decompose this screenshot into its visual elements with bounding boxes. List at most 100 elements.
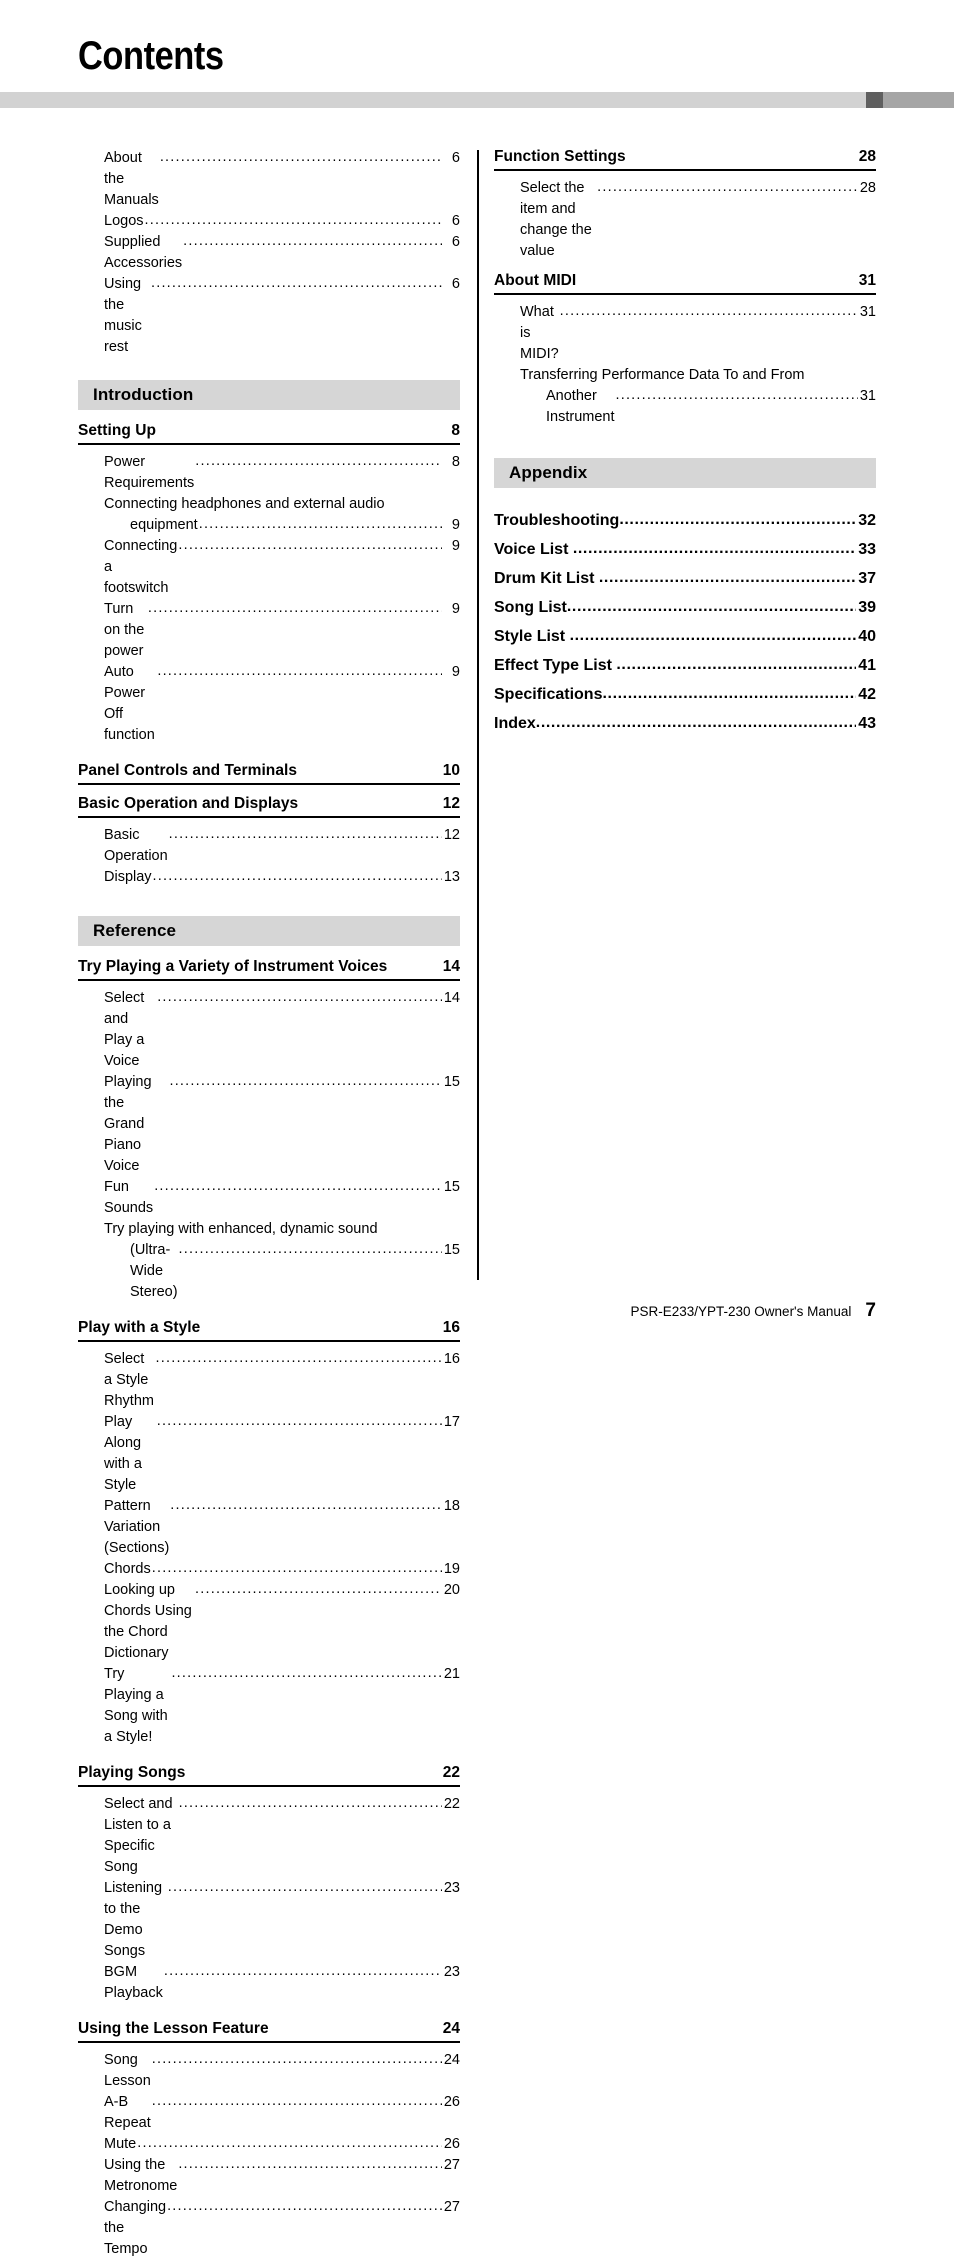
toc-entry-page-number: 23 xyxy=(443,1964,460,1980)
toc-heading-title: Using the Lesson Feature xyxy=(78,2020,269,2037)
toc-entry-ultra-wide-stereo[interactable]: (Ultra-Wide Stereo).....................… xyxy=(130,1240,460,1303)
toc-heading-basic-operation-and-displays[interactable]: Basic Operation and Displays 12 xyxy=(78,795,460,818)
toc-entry-song-lesson[interactable]: Song Lesson.............................… xyxy=(104,2050,460,2092)
toc-entry-select-a-style-rhythm[interactable]: Select a Style Rhythm ..................… xyxy=(104,1349,460,1412)
toc-entry-using-the-music-rest[interactable]: Using the music rest....................… xyxy=(104,274,460,358)
toc-entry-playing-the-grand-piano-voice[interactable]: Playing the Grand Piano Voice...........… xyxy=(104,1072,460,1177)
toc-entry-page-number: 28 xyxy=(859,180,876,196)
toc-entry-supplied-accessories[interactable]: Supplied Accessories ...................… xyxy=(104,232,460,274)
toc-entry-page-number: 9 xyxy=(451,517,460,533)
toc-entry-title: Turn on the power xyxy=(104,601,149,659)
toc-heading-page-number: 14 xyxy=(442,958,460,975)
appendix-entry-title: Specifications xyxy=(494,686,603,703)
toc-entry-title: Playing the Grand Piano Voice xyxy=(104,1074,156,1174)
toc-leader-dots: ........................................… xyxy=(155,1350,442,1366)
appendix-entry-title: Index xyxy=(494,715,536,732)
toc-entry-changing-the-tempo[interactable]: Changing the Tempo......................… xyxy=(104,2197,460,2260)
toc-heading-title: Try Playing a Variety of Instrument Voic… xyxy=(78,958,388,975)
toc-entry-try-playing-a-song-with-a-style[interactable]: Try Playing a Song with a Style!........… xyxy=(104,1664,460,1748)
toc-leader-dots: ........................................… xyxy=(159,149,442,165)
toc-heading-panel-controls-and-terminals[interactable]: Panel Controls and Terminals 10 xyxy=(78,762,460,785)
toc-heading-page-number: 10 xyxy=(442,762,460,779)
toc-entry-about-the-manuals[interactable]: About the Manuals.......................… xyxy=(104,148,460,211)
toc-entry-title: (Ultra-Wide Stereo) xyxy=(130,1242,178,1300)
appendix-entry-index[interactable]: Index...................................… xyxy=(494,709,876,738)
toc-heading-about-midi[interactable]: About MIDI 31 xyxy=(494,272,876,295)
toc-entry-select-the-item-and-change-the-value[interactable]: Select the item and change the value ...… xyxy=(520,178,876,262)
toc-entry-page-number: 21 xyxy=(443,1666,460,1682)
toc-entry-chords[interactable]: Chords..................................… xyxy=(104,1559,460,1580)
toc-entry-bgm-playback[interactable]: BGM Playback............................… xyxy=(104,1962,460,2004)
toc-heading-title: Panel Controls and Terminals xyxy=(78,762,298,779)
toc-entry-wrapped-line: Connecting headphones and external audio xyxy=(104,496,385,512)
toc-heading-function-settings[interactable]: Function Settings 28 xyxy=(494,148,876,171)
toc-entry-page-number: 31 xyxy=(859,388,876,404)
toc-entry-title: What is MIDI? xyxy=(520,304,559,362)
appendix-entry-page-number: 42 xyxy=(858,686,876,703)
toc-heading-play-with-a-style[interactable]: Play with a Style 16 xyxy=(78,1319,460,1342)
toc-entry-equipment[interactable]: equipment...............................… xyxy=(130,515,460,536)
appendix-entry-title: Voice List xyxy=(494,541,573,558)
appendix-entry-title: Style List xyxy=(494,628,570,645)
header-rule-segment-dark xyxy=(866,92,883,108)
toc-entry-title: Chords xyxy=(104,1561,151,1577)
toc-entry-page-number: 9 xyxy=(451,664,460,680)
toc-entry-logos[interactable]: Logos...................................… xyxy=(104,211,460,232)
appendix-entry-page-number: 33 xyxy=(858,541,876,558)
section-band-label: Appendix xyxy=(509,463,588,482)
toc-heading-setting-up[interactable]: Setting Up 8 xyxy=(78,422,460,445)
toc-leader-dots: ........................................… xyxy=(178,537,442,553)
toc-entry-title: equipment xyxy=(130,517,198,533)
toc-entry-select-and-play-a-voice[interactable]: Select and Play a Voice.................… xyxy=(104,988,460,1072)
toc-entry-mute[interactable]: Mute....................................… xyxy=(104,2134,460,2155)
appendix-entry-effect-type-list[interactable]: Effect Type List .......................… xyxy=(494,651,876,680)
toc-entry-what-is-midi[interactable]: What is MIDI?...........................… xyxy=(520,302,876,365)
toc-entry-play-along-with-a-style[interactable]: Play Along with a Style ................… xyxy=(104,1412,460,1496)
toc-heading-using-the-lesson-feature[interactable]: Using the Lesson Feature 24 xyxy=(78,2020,460,2043)
toc-entry-page-number: 22 xyxy=(443,1796,460,1812)
toc-entry-basic-operation[interactable]: Basic Operation.........................… xyxy=(104,825,460,867)
toc-heading-title: Setting Up xyxy=(78,422,156,439)
toc-entry-title: Mute xyxy=(104,2136,137,2152)
toc-leader-dots: ........................................… xyxy=(572,540,856,557)
toc-leader-dots: ........................................… xyxy=(150,275,442,291)
appendix-entry-page-number: 40 xyxy=(858,628,876,645)
appendix-entry-voice-list[interactable]: Voice List .............................… xyxy=(494,535,876,564)
toc-entry-a-b-repeat[interactable]: A-B Repeat .............................… xyxy=(104,2092,460,2134)
appendix-entry-page-number: 41 xyxy=(858,657,876,674)
toc-leader-dots: ........................................… xyxy=(171,1665,442,1681)
toc-entry-using-the-metronome[interactable]: Using the Metronome ....................… xyxy=(104,2155,460,2197)
appendix-entry-page-number: 32 xyxy=(858,512,876,529)
toc-entry-connecting-a-footswitch[interactable]: Connecting a footswitch ................… xyxy=(104,536,460,599)
toc-entry-title: Looking up Chords Using the Chord Dictio… xyxy=(104,1582,196,1661)
appendix-entry-style-list[interactable]: Style List .............................… xyxy=(494,622,876,651)
appendix-entry-page-number: 37 xyxy=(858,570,876,587)
appendix-entry-specifications[interactable]: Specifications..........................… xyxy=(494,680,876,709)
toc-heading-try-playing-a-variety-of-instrument-voices[interactable]: Try Playing a Variety of Instrument Voic… xyxy=(78,958,460,981)
toc-entry-display[interactable]: Display.................................… xyxy=(104,867,460,888)
toc-leader-dots: ........................................… xyxy=(167,2198,442,2214)
appendix-entry-troubleshooting[interactable]: Troubleshooting.........................… xyxy=(494,506,876,535)
toc-entry-another-instrument[interactable]: Another Instrument......................… xyxy=(546,386,876,428)
toc-entry-select-and-listen-to-a-specific-song[interactable]: Select and Listen to a Specific Song....… xyxy=(104,1794,460,1878)
toc-heading-title: Playing Songs xyxy=(78,1764,186,1781)
toc-entry-turn-on-the-power[interactable]: Turn on the power ......................… xyxy=(104,599,460,662)
toc-leader-dots: ........................................… xyxy=(178,1241,442,1257)
toc-entry-looking-up-chords-using-the-chord-dictionary[interactable]: Looking up Chords Using the Chord Dictio… xyxy=(104,1580,460,1664)
toc-entry-auto-power-off-function[interactable]: Auto Power Off function.................… xyxy=(104,662,460,746)
toc-heading-page-number: 31 xyxy=(858,272,876,289)
toc-heading-playing-songs[interactable]: Playing Songs 22 xyxy=(78,1764,460,1787)
toc-entry-title: Supplied Accessories xyxy=(104,234,187,271)
toc-entry-pattern-variation-sections[interactable]: Pattern Variation (Sections)............… xyxy=(104,1496,460,1559)
appendix-entry-song-list[interactable]: Song List...............................… xyxy=(494,593,876,622)
toc-entry-fun-sounds[interactable]: Fun Sounds .............................… xyxy=(104,1177,460,1219)
toc-entry-page-number: 17 xyxy=(443,1414,460,1430)
toc-entry-page-number: 9 xyxy=(451,538,460,554)
appendix-entry-drum-kit-list[interactable]: Drum Kit List ..........................… xyxy=(494,564,876,593)
toc-entry-power-requirements[interactable]: Power Requirements......................… xyxy=(104,452,460,494)
toc-leader-dots: ........................................… xyxy=(195,1581,442,1597)
toc-entry-listening-to-the-demo-songs[interactable]: Listening to the Demo Songs ............… xyxy=(104,1878,460,1962)
